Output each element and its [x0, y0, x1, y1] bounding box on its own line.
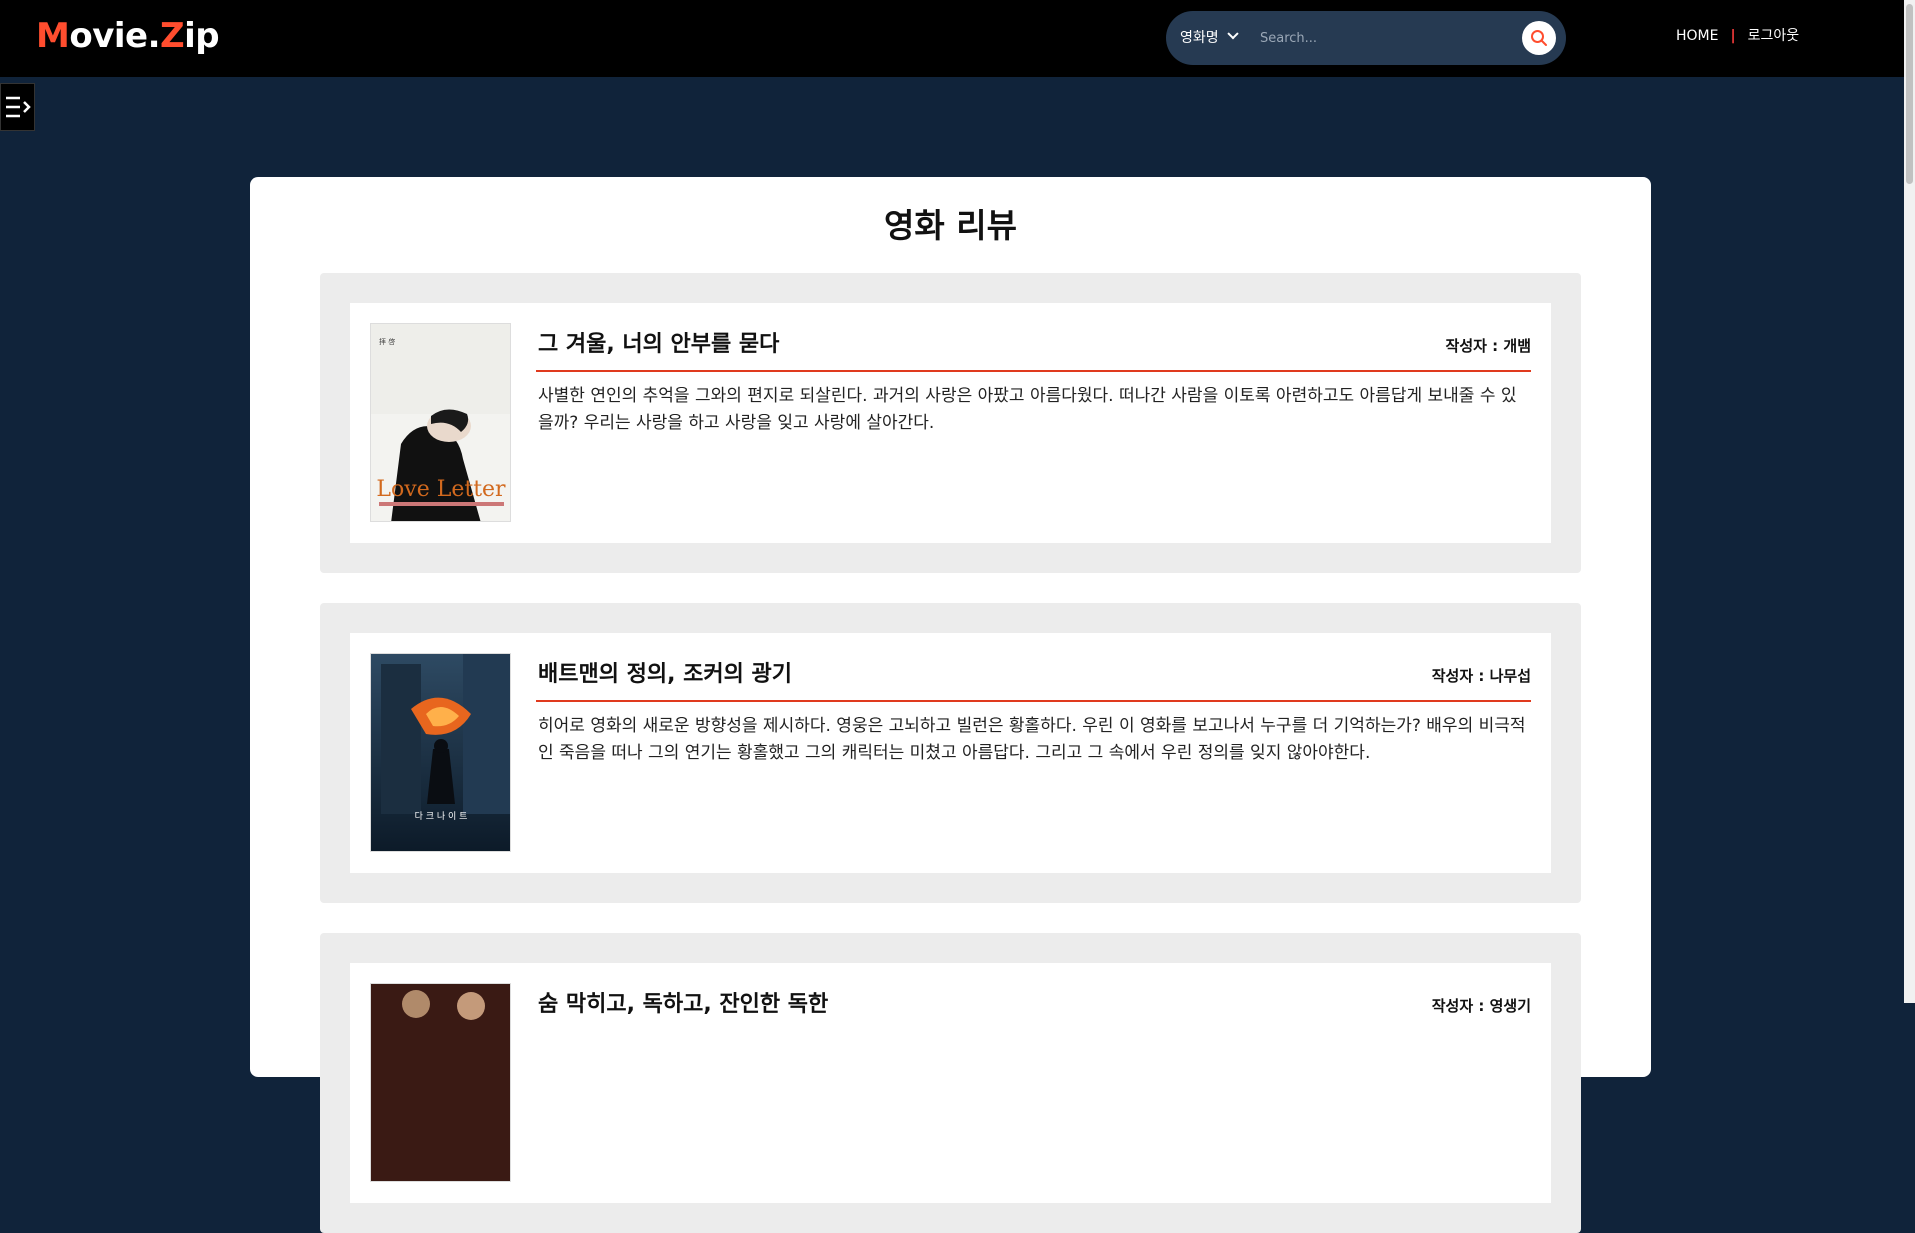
- menu-icon: [6, 96, 31, 118]
- poster-image: [371, 984, 510, 1181]
- movie-poster[interactable]: 拝 啓 Love Letter: [370, 323, 511, 522]
- header-bar: Movie.Zip 영화명 HOME | 로그아웃: [0, 0, 1915, 77]
- home-link[interactable]: HOME: [1676, 28, 1718, 44]
- review-card[interactable]: 다 크 나 이 트 배트맨의 정의, 조커의 광기 작성자 : 나무섭 히어로 …: [320, 603, 1581, 903]
- review-panel: 영화 리뷰 拝 啓 Love Letter 그 겨울, 너의 안부를 묻다 작성…: [250, 177, 1651, 1233]
- poster-image: 다 크 나 이 트: [371, 654, 510, 851]
- poster-image: 拝 啓 Love Letter: [371, 324, 510, 521]
- divider: [536, 370, 1531, 372]
- search-category-label: 영화명: [1180, 30, 1219, 46]
- review-title[interactable]: 숨 막히고, 독하고, 잔인한 독한: [538, 989, 828, 1021]
- site-logo[interactable]: Movie.Zip: [36, 16, 220, 56]
- scrollbar-thumb[interactable]: [1906, 4, 1913, 184]
- logout-link[interactable]: 로그아웃: [1748, 28, 1800, 44]
- review-author: 작성자 : 영생기: [1431, 997, 1531, 1015]
- search-bar: 영화명: [1166, 11, 1566, 65]
- page-scrollbar[interactable]: [1904, 0, 1915, 1003]
- poster-title: 다 크 나 이 트: [415, 811, 468, 822]
- review-title[interactable]: 배트맨의 정의, 조커의 광기: [538, 659, 792, 691]
- movie-poster[interactable]: 다 크 나 이 트: [370, 653, 511, 852]
- review-card-inner: 다 크 나 이 트 배트맨의 정의, 조커의 광기 작성자 : 나무섭 히어로 …: [350, 633, 1551, 873]
- movie-poster[interactable]: [370, 983, 511, 1182]
- divider: [536, 700, 1531, 702]
- review-card-inner: 拝 啓 Love Letter 그 겨울, 너의 안부를 묻다 작성자 : 개뱀…: [350, 303, 1551, 543]
- search-category-select[interactable]: 영화명: [1180, 11, 1239, 65]
- page-title: 영화 리뷰: [884, 206, 1017, 245]
- search-button[interactable]: [1522, 21, 1556, 55]
- review-card[interactable]: 숨 막히고, 독하고, 잔인한 독한 작성자 : 영생기: [320, 933, 1581, 1233]
- top-nav: HOME | 로그아웃: [1676, 24, 1799, 48]
- poster-title: Love Letter: [376, 477, 506, 502]
- chevron-down-icon: [1226, 28, 1239, 40]
- review-body: 히어로 영화의 새로운 방향성을 제시하다. 영웅은 고뇌하고 빌런은 황홀하다…: [538, 716, 1526, 763]
- review-title[interactable]: 그 겨울, 너의 안부를 묻다: [538, 329, 779, 361]
- sidebar-toggle-button[interactable]: [0, 83, 35, 131]
- review-card[interactable]: 拝 啓 Love Letter 그 겨울, 너의 안부를 묻다 작성자 : 개뱀…: [320, 273, 1581, 573]
- review-author: 작성자 : 나무섭: [1431, 667, 1531, 685]
- search-icon: [1531, 30, 1547, 46]
- review-card-inner: 숨 막히고, 독하고, 잔인한 독한 작성자 : 영생기: [350, 963, 1551, 1203]
- review-author: 작성자 : 개뱀: [1445, 337, 1531, 355]
- search-input[interactable]: [1258, 24, 1508, 52]
- nav-separator: |: [1730, 28, 1736, 44]
- review-body: 사별한 연인의 추억을 그와의 편지로 되살린다. 과거의 사랑은 아팠고 아름…: [538, 386, 1517, 433]
- svg-text:拝 啓: 拝 啓: [379, 337, 395, 346]
